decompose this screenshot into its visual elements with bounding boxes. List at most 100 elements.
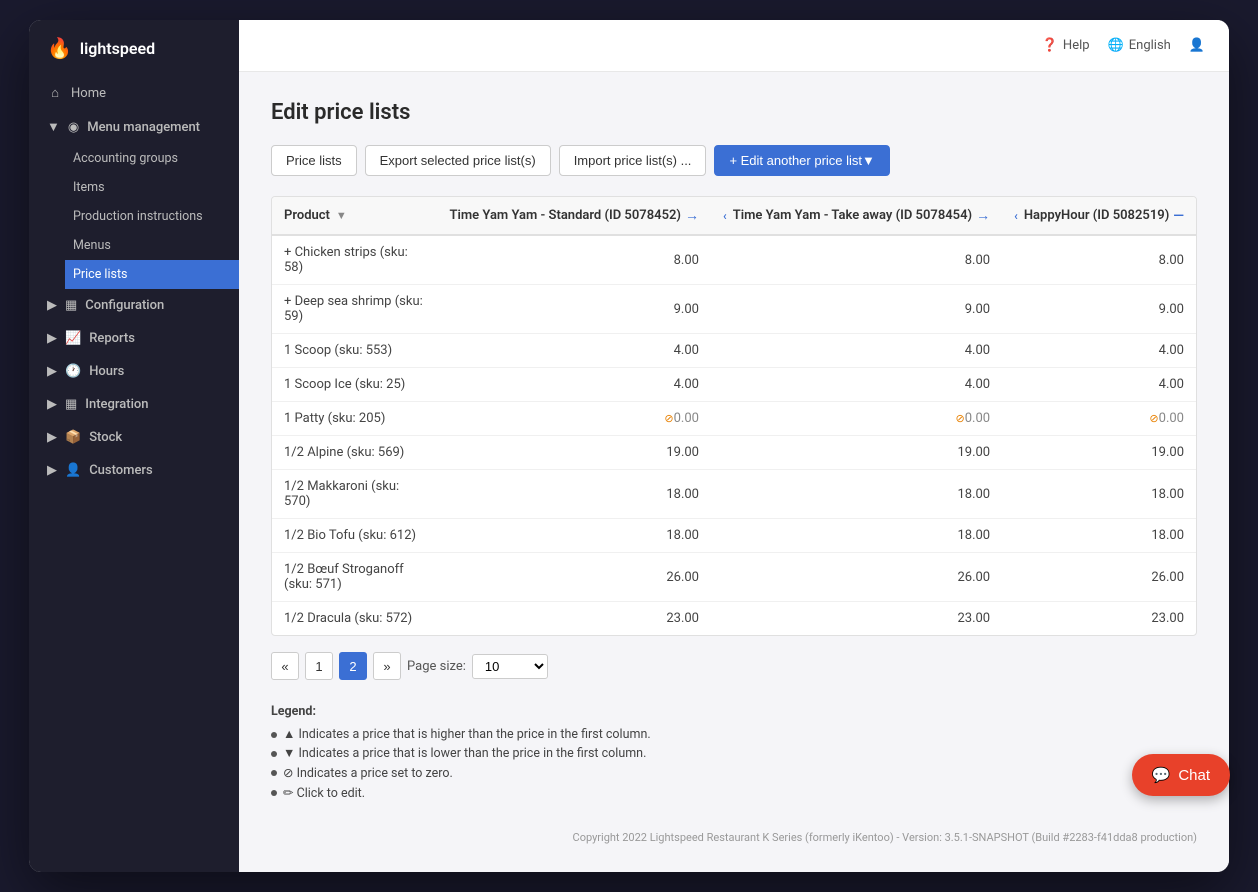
cell-happyhour[interactable]: 23.00 bbox=[1002, 602, 1196, 636]
sidebar-item-integration[interactable]: ▶ ▦ Integration bbox=[29, 388, 239, 421]
cell-happyhour[interactable]: 9.00 bbox=[1002, 285, 1196, 334]
edit-another-button[interactable]: + Edit another price list▼ bbox=[714, 145, 889, 176]
table-row: + Deep sea shrimp (sku: 59)9.009.009.00 bbox=[272, 285, 1196, 334]
page-size-label: Page size: bbox=[407, 659, 466, 674]
flame-icon: 🔥 bbox=[47, 36, 72, 60]
pagination-page1[interactable]: 1 bbox=[305, 652, 333, 680]
col-standard-header: Time Yam Yam - Standard (ID 5078452) → bbox=[438, 197, 711, 235]
col-takeaway-nav-right[interactable]: → bbox=[976, 207, 990, 224]
cell-standard[interactable]: 18.00 bbox=[438, 519, 711, 553]
menu-mgmt-icon: ▼ bbox=[47, 119, 60, 135]
logo-text: lightspeed bbox=[80, 39, 155, 58]
sidebar-item-customers-label: Customers bbox=[89, 463, 153, 478]
stock-icon: 📦 bbox=[65, 430, 81, 445]
cell-standard[interactable]: 19.00 bbox=[438, 436, 711, 470]
sidebar-item-configuration[interactable]: ▶ ▦ Configuration bbox=[29, 289, 239, 322]
cell-takeaway[interactable]: ⊘0.00 bbox=[711, 402, 1002, 436]
sidebar-item-stock-label: Stock bbox=[89, 430, 122, 445]
price-lists-button[interactable]: Price lists bbox=[271, 145, 357, 176]
cell-standard[interactable]: 23.00 bbox=[438, 602, 711, 636]
pagination-next[interactable]: » bbox=[373, 652, 401, 680]
sidebar-item-home-label: Home bbox=[71, 86, 106, 101]
col-product-header: Product ▼ bbox=[272, 197, 438, 235]
sidebar-item-reports[interactable]: ▶ 📈 Reports bbox=[29, 322, 239, 355]
help-label: Help bbox=[1063, 38, 1090, 53]
cell-standard[interactable]: 18.00 bbox=[438, 470, 711, 519]
cell-happyhour[interactable]: 8.00 bbox=[1002, 235, 1196, 285]
sidebar-item-accounting-groups[interactable]: Accounting groups bbox=[65, 144, 239, 173]
cell-takeaway[interactable]: 18.00 bbox=[711, 470, 1002, 519]
export-button[interactable]: Export selected price list(s) bbox=[365, 145, 551, 176]
cell-happyhour[interactable]: 18.00 bbox=[1002, 470, 1196, 519]
table-row: 1/2 Dracula (sku: 572)23.0023.0023.00 bbox=[272, 602, 1196, 636]
cell-happyhour[interactable]: 18.00 bbox=[1002, 519, 1196, 553]
legend-item: ▼ Indicates a price that is lower than t… bbox=[271, 744, 1197, 763]
pagination-page2[interactable]: 2 bbox=[339, 652, 367, 680]
pagination: « 1 2 » Page size: 10 25 50 100 bbox=[271, 652, 1197, 680]
help-button[interactable]: ❓ Help bbox=[1042, 38, 1090, 53]
toolbar: Price lists Export selected price list(s… bbox=[271, 145, 1197, 176]
filter-icon[interactable]: ▼ bbox=[336, 209, 347, 222]
legend-item: ✏ Click to edit. bbox=[271, 783, 1197, 803]
legend-title: Legend: bbox=[271, 704, 1197, 719]
cell-standard[interactable]: 26.00 bbox=[438, 553, 711, 602]
legend-item: ⊘ Indicates a price set to zero. bbox=[271, 763, 1197, 783]
col-takeaway-header: ‹ Time Yam Yam - Take away (ID 5078454) … bbox=[711, 197, 1002, 235]
cell-takeaway[interactable]: 8.00 bbox=[711, 235, 1002, 285]
cell-happyhour[interactable]: 4.00 bbox=[1002, 368, 1196, 402]
sidebar-item-hours[interactable]: ▶ 🕐 Hours bbox=[29, 355, 239, 388]
cell-takeaway[interactable]: 18.00 bbox=[711, 519, 1002, 553]
cell-happyhour[interactable]: 19.00 bbox=[1002, 436, 1196, 470]
footer: Copyright 2022 Lightspeed Restaurant K S… bbox=[271, 823, 1197, 844]
sidebar-item-menus[interactable]: Menus bbox=[65, 231, 239, 260]
logo[interactable]: 🔥 lightspeed bbox=[29, 20, 239, 76]
user-icon: 👤 bbox=[1189, 38, 1205, 53]
cell-standard[interactable]: 9.00 bbox=[438, 285, 711, 334]
cell-standard[interactable]: ⊘0.00 bbox=[438, 402, 711, 436]
cell-happyhour[interactable]: ⊘0.00 bbox=[1002, 402, 1196, 436]
chat-icon: 💬 bbox=[1152, 766, 1171, 784]
language-label: English bbox=[1129, 38, 1171, 53]
col-takeaway-chevron-left[interactable]: ‹ bbox=[723, 209, 727, 223]
cell-product: 1/2 Bœuf Stroganoff (sku: 571) bbox=[272, 553, 438, 602]
cell-takeaway[interactable]: 9.00 bbox=[711, 285, 1002, 334]
cell-happyhour[interactable]: 4.00 bbox=[1002, 334, 1196, 368]
cell-standard[interactable]: 4.00 bbox=[438, 334, 711, 368]
cell-takeaway[interactable]: 4.00 bbox=[711, 334, 1002, 368]
chat-button[interactable]: 💬 Chat bbox=[1132, 754, 1230, 796]
sidebar-item-menu-management[interactable]: ▼ ◉ Menu management bbox=[29, 110, 239, 144]
reports-expand-icon: ▶ bbox=[47, 331, 57, 346]
import-button[interactable]: Import price list(s) ... bbox=[559, 145, 707, 176]
cell-product: 1 Patty (sku: 205) bbox=[272, 402, 438, 436]
sidebar-item-production-instructions[interactable]: Production instructions bbox=[65, 202, 239, 231]
cell-happyhour[interactable]: 26.00 bbox=[1002, 553, 1196, 602]
sidebar-item-home[interactable]: ⌂ Home bbox=[29, 76, 239, 110]
cell-takeaway[interactable]: 26.00 bbox=[711, 553, 1002, 602]
table-row: 1 Scoop (sku: 553)4.004.004.00 bbox=[272, 334, 1196, 368]
language-switcher[interactable]: 🌐 English bbox=[1108, 38, 1171, 53]
sidebar-item-configuration-label: Configuration bbox=[85, 298, 164, 313]
cell-takeaway[interactable]: 4.00 bbox=[711, 368, 1002, 402]
sidebar-item-items[interactable]: Items bbox=[65, 173, 239, 202]
col-happyhour-nav[interactable]: — bbox=[1173, 208, 1184, 224]
help-icon: ❓ bbox=[1042, 38, 1058, 53]
cell-standard[interactable]: 4.00 bbox=[438, 368, 711, 402]
sidebar-item-price-lists[interactable]: Price lists bbox=[65, 260, 239, 289]
table-row: 1/2 Makkaroni (sku: 570)18.0018.0018.00 bbox=[272, 470, 1196, 519]
user-menu[interactable]: 👤 bbox=[1189, 38, 1205, 53]
sidebar-item-customers[interactable]: ▶ 👤 Customers bbox=[29, 454, 239, 487]
cell-takeaway[interactable]: 23.00 bbox=[711, 602, 1002, 636]
col-happyhour-chevron-left[interactable]: ‹ bbox=[1014, 209, 1018, 223]
legend: Legend: ▲ Indicates a price that is high… bbox=[271, 704, 1197, 803]
customers-icon: 👤 bbox=[65, 463, 81, 478]
menu-mgmt-icon2: ◉ bbox=[68, 120, 79, 135]
menu-management-submenu: Accounting groups Items Production instr… bbox=[29, 144, 239, 289]
cell-takeaway[interactable]: 19.00 bbox=[711, 436, 1002, 470]
page-size-select[interactable]: 10 25 50 100 bbox=[472, 654, 548, 679]
table-row: 1/2 Bœuf Stroganoff (sku: 571)26.0026.00… bbox=[272, 553, 1196, 602]
sidebar-item-stock[interactable]: ▶ 📦 Stock bbox=[29, 421, 239, 454]
pagination-prev[interactable]: « bbox=[271, 652, 299, 680]
sidebar-item-production-instructions-label: Production instructions bbox=[73, 209, 203, 224]
cell-standard[interactable]: 8.00 bbox=[438, 235, 711, 285]
col-standard-nav-left[interactable]: → bbox=[685, 207, 699, 224]
